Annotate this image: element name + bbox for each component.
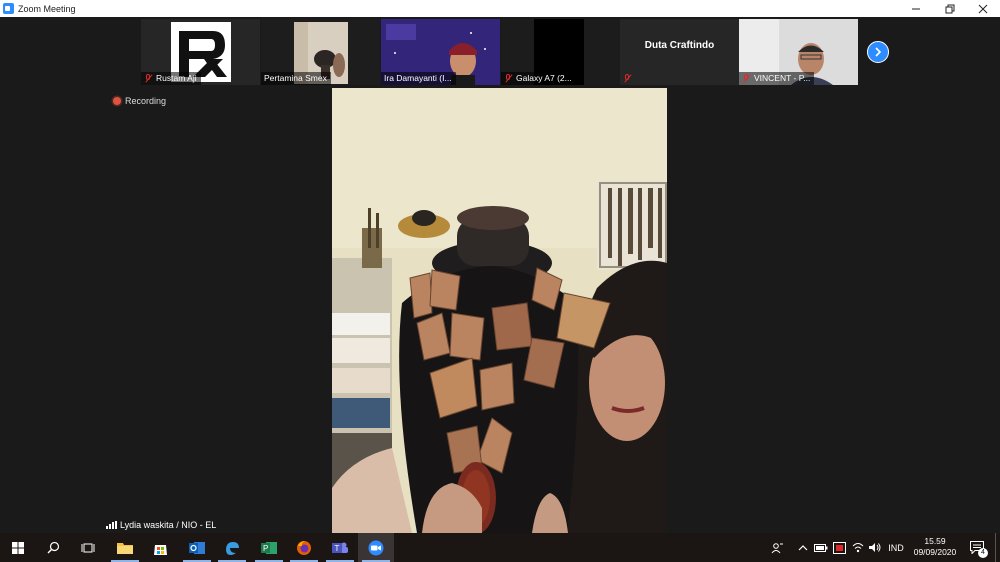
teams-button[interactable]: T bbox=[322, 533, 358, 562]
participant-name-label: Galaxy A7 (2... bbox=[501, 72, 576, 85]
people-button[interactable] bbox=[768, 533, 786, 562]
participant-tile-vincent[interactable]: VINCENT - P... bbox=[739, 19, 858, 85]
recording-indicator[interactable]: Recording bbox=[113, 96, 166, 106]
chevron-right-icon bbox=[875, 47, 882, 57]
connection-signal-icon bbox=[106, 521, 117, 529]
project-button[interactable]: P bbox=[251, 533, 287, 562]
show-hidden-icons-button[interactable] bbox=[796, 533, 810, 562]
outlook-button[interactable] bbox=[179, 533, 215, 562]
wifi-icon bbox=[852, 543, 864, 553]
next-participants-button[interactable] bbox=[867, 41, 889, 63]
restore-button[interactable] bbox=[933, 0, 967, 17]
participant-tile-galaxy-a7[interactable]: Galaxy A7 (2... bbox=[501, 19, 620, 85]
search-icon bbox=[47, 541, 59, 554]
participant-tile-ira-damayanti[interactable]: Ira Damayanti (I... bbox=[381, 19, 500, 85]
battery-icon bbox=[814, 543, 828, 552]
zoom-button[interactable] bbox=[358, 533, 394, 562]
active-speaker-video bbox=[332, 88, 667, 533]
task-view-button[interactable] bbox=[70, 533, 106, 562]
task-view-icon bbox=[81, 543, 95, 552]
mic-muted-icon bbox=[504, 74, 512, 83]
recording-label: Recording bbox=[125, 96, 167, 106]
battery-indicator[interactable] bbox=[812, 533, 830, 562]
project-icon: P bbox=[261, 541, 277, 554]
chevron-up-icon bbox=[798, 544, 808, 550]
close-button[interactable] bbox=[966, 0, 1000, 17]
camera-icon bbox=[833, 541, 846, 554]
system-clock[interactable]: 15.59 09/09/2020 bbox=[906, 536, 964, 558]
clock-time: 15.59 bbox=[924, 536, 946, 546]
close-icon bbox=[978, 4, 988, 13]
speaker-volume-icon bbox=[868, 543, 880, 552]
clock-date: 09/09/2020 bbox=[913, 547, 957, 557]
store-icon bbox=[153, 544, 167, 555]
recording-dot-icon bbox=[113, 97, 121, 105]
participant-name-label: Ira Damayanti (I... bbox=[381, 72, 456, 85]
participant-tile-pertamina-smex[interactable]: Pertamina Smex bbox=[261, 19, 380, 85]
teams-icon: T bbox=[332, 542, 348, 553]
network-indicator[interactable] bbox=[850, 533, 866, 562]
active-speaker-label: Lydia waskita / NIO - EL bbox=[106, 520, 216, 530]
participant-name-label: Pertamina Smex bbox=[261, 72, 331, 85]
participant-name-label: Rustam Aji bbox=[141, 72, 201, 85]
notification-count-badge: 4 bbox=[978, 548, 988, 558]
edge-icon bbox=[226, 541, 239, 555]
mic-muted-icon bbox=[144, 74, 152, 83]
microsoft-store-button[interactable] bbox=[142, 533, 178, 562]
zoom-app-icon bbox=[3, 3, 14, 14]
outlook-icon bbox=[189, 541, 205, 554]
participant-name-label: VINCENT - P... bbox=[739, 72, 815, 85]
edge-button[interactable] bbox=[214, 533, 250, 562]
window-title: Zoom Meeting bbox=[18, 3, 76, 14]
show-desktop-button[interactable] bbox=[995, 533, 1000, 562]
firefox-icon bbox=[297, 540, 311, 555]
search-button[interactable] bbox=[35, 533, 71, 562]
participant-name-label bbox=[620, 72, 639, 85]
camera-app-tray-button[interactable] bbox=[831, 533, 848, 562]
file-explorer-button[interactable] bbox=[107, 533, 143, 562]
mic-muted-icon bbox=[623, 74, 631, 83]
title-bar: Zoom Meeting bbox=[0, 0, 1000, 17]
file-explorer-icon bbox=[117, 543, 133, 554]
participant-tile-rustam-aji[interactable]: Rustam Aji bbox=[141, 19, 260, 85]
action-center-button[interactable]: 4 bbox=[966, 533, 988, 562]
minimize-button[interactable] bbox=[899, 0, 933, 17]
restore-icon bbox=[945, 4, 955, 13]
participant-display-name: Duta Craftindo bbox=[644, 40, 715, 51]
svg-text:T: T bbox=[335, 544, 340, 553]
windows-start-icon bbox=[12, 541, 24, 554]
speaker-video-frame bbox=[332, 88, 667, 533]
input-language-indicator[interactable]: IND bbox=[885, 533, 907, 562]
svg-text:P: P bbox=[263, 544, 268, 553]
participant-tile-duta-craftindo[interactable]: Duta Craftindo bbox=[620, 19, 739, 85]
participant-thumbnail-strip: Rustam Aji Pertamina Smex Ira Damayanti … bbox=[141, 19, 858, 85]
firefox-button[interactable] bbox=[286, 533, 322, 562]
minimize-icon bbox=[912, 8, 920, 9]
people-icon bbox=[771, 542, 783, 553]
zoom-icon bbox=[368, 540, 384, 555]
mic-muted-icon bbox=[742, 74, 750, 83]
volume-control[interactable] bbox=[866, 533, 882, 562]
start-button[interactable] bbox=[0, 533, 36, 562]
